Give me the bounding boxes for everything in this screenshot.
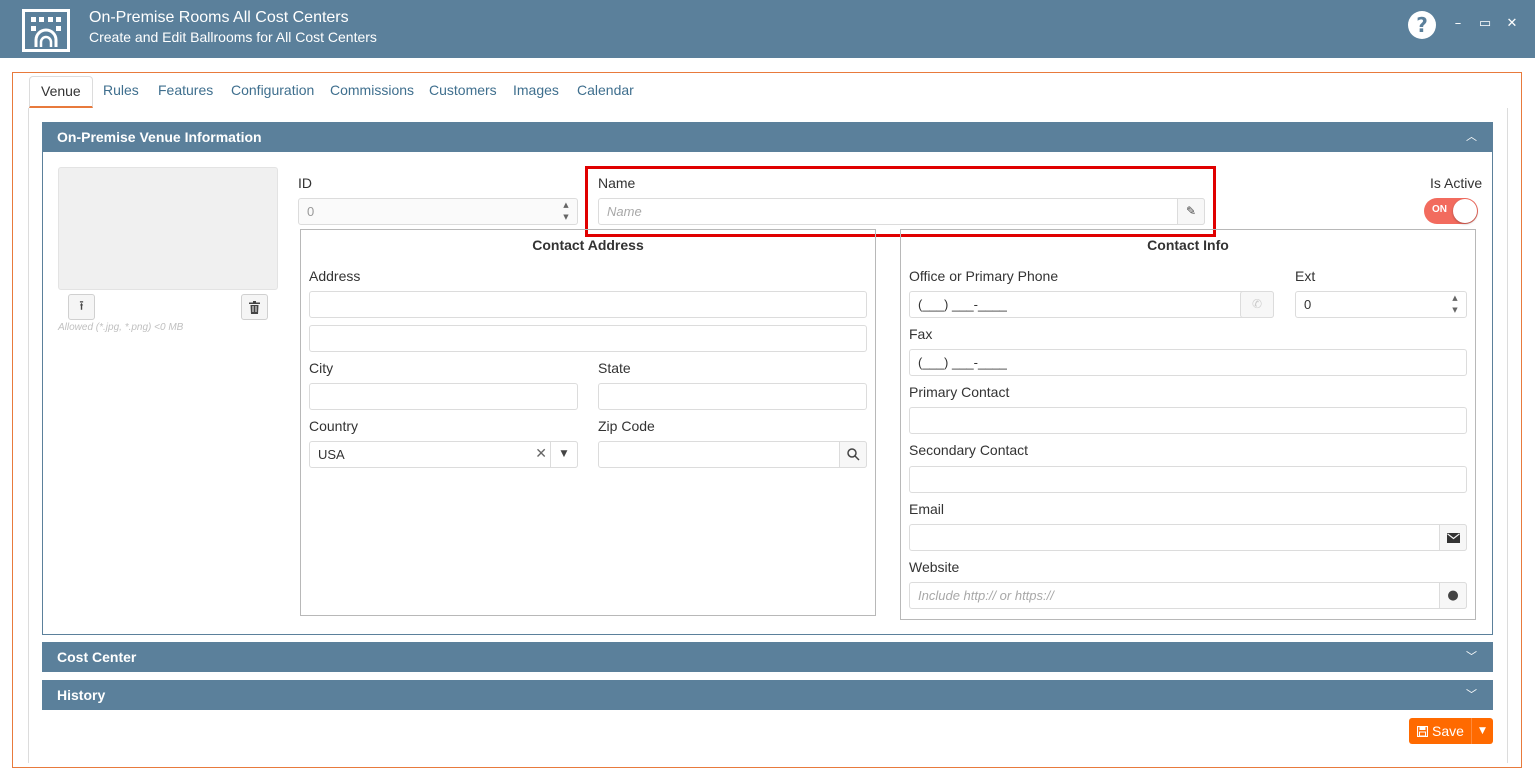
tab-venue[interactable]: Venue — [29, 76, 93, 108]
window-subtitle: Create and Edit Ballrooms for All Cost C… — [89, 29, 377, 45]
delete-image-button[interactable] — [241, 294, 268, 320]
fax-input[interactable]: (___) ___-____ — [909, 349, 1467, 376]
venue-image-preview — [58, 167, 278, 290]
tab-rules[interactable]: Rules — [103, 76, 139, 108]
save-label: Save — [1432, 723, 1464, 739]
email-input[interactable] — [909, 524, 1467, 551]
ext-input[interactable]: 0 ▲ ▼ — [1295, 291, 1467, 318]
primary-contact-input[interactable] — [909, 407, 1467, 434]
is-active-toggle[interactable]: ON — [1424, 198, 1478, 224]
website-placeholder: Include http:// or https:// — [918, 588, 1054, 603]
venue-section-title: On-Premise Venue Information — [57, 129, 262, 145]
name-highlight-box — [585, 166, 1216, 237]
city-input[interactable] — [309, 383, 578, 410]
upload-icon: ⭱ — [79, 299, 84, 314]
id-spinner[interactable]: ▲ ▼ — [559, 199, 573, 224]
website-label: Website — [909, 559, 960, 575]
chevron-down-icon[interactable]: ﹀ — [1466, 642, 1477, 672]
tab-features[interactable]: Features — [158, 76, 213, 108]
fax-mask: (___) ___-____ — [918, 355, 1007, 370]
minimize-icon[interactable]: – — [1451, 17, 1465, 31]
tab-commissions[interactable]: Commissions — [330, 76, 414, 108]
trash-icon — [249, 301, 260, 314]
globe-icon[interactable]: ● — [1439, 582, 1467, 609]
building-icon — [22, 9, 70, 52]
phone-mask: (___) ___-____ — [918, 297, 1007, 312]
primary-contact-label: Primary Contact — [909, 384, 1010, 400]
state-label: State — [598, 360, 631, 376]
toggle-state-text: ON — [1432, 204, 1447, 215]
history-title: History — [57, 687, 106, 703]
phone-label: Office or Primary Phone — [909, 268, 1059, 284]
country-label: Country — [309, 418, 359, 434]
history-section-header[interactable]: History ﹀ — [42, 680, 1493, 710]
is-active-label: Is Active — [1430, 175, 1483, 191]
city-label: City — [309, 360, 334, 376]
tab-images[interactable]: Images — [513, 76, 559, 108]
state-input[interactable] — [598, 383, 867, 410]
country-value: USA — [318, 447, 345, 462]
floppy-icon — [1416, 725, 1429, 738]
contact-address-title: Contact Address — [532, 237, 644, 253]
address-label: Address — [309, 268, 361, 284]
ext-spinner[interactable]: ▲ ▼ — [1448, 292, 1462, 317]
cost-center-title: Cost Center — [57, 649, 137, 665]
chevron-up-icon[interactable]: ︿ — [1466, 122, 1477, 152]
tab-configuration[interactable]: Configuration — [231, 76, 314, 108]
maximize-icon[interactable]: ▭ — [1478, 17, 1492, 31]
id-value: 0 — [307, 204, 315, 219]
window-title: On-Premise Rooms All Cost Centers — [89, 9, 349, 26]
save-dropdown-toggle[interactable]: ▼ — [1471, 718, 1493, 744]
upload-button[interactable]: ⭱ — [68, 294, 95, 320]
phone-input[interactable]: (___) ___-____ ✆ — [909, 291, 1274, 318]
ext-value: 0 — [1304, 297, 1312, 312]
help-icon[interactable]: ? — [1408, 11, 1436, 39]
tab-calendar[interactable]: Calendar — [577, 76, 634, 108]
ext-label: Ext — [1295, 268, 1316, 284]
chevron-down-icon[interactable]: ﹀ — [1466, 680, 1477, 710]
tab-customers[interactable]: Customers — [429, 76, 497, 108]
email-label: Email — [909, 501, 945, 517]
phone-icon[interactable]: ✆ — [1240, 291, 1274, 318]
address-line2-input[interactable] — [309, 325, 867, 352]
save-split-button: Save ▼ — [1409, 718, 1493, 744]
allowed-file-note: Allowed (*.jpg, *.png) <0 MB — [58, 322, 184, 333]
clear-icon[interactable]: ✕ — [535, 442, 547, 467]
fax-label: Fax — [909, 326, 933, 342]
secondary-contact-input[interactable] — [909, 466, 1467, 493]
save-button[interactable]: Save — [1409, 718, 1471, 744]
id-field[interactable]: 0 ▲ ▼ — [298, 198, 578, 225]
search-icon[interactable] — [839, 441, 867, 468]
close-icon[interactable]: ✕ — [1505, 17, 1519, 31]
zip-label: Zip Code — [598, 418, 655, 434]
address-line1-input[interactable] — [309, 291, 867, 318]
website-input[interactable]: Include http:// or https:// ● — [909, 582, 1467, 609]
chevron-down-icon[interactable]: ▼ — [550, 441, 578, 468]
contact-address-group: Contact Address — [300, 229, 876, 616]
secondary-contact-label: Secondary Contact — [909, 442, 1029, 458]
cost-center-section-header[interactable]: Cost Center ﹀ — [42, 642, 1493, 672]
envelope-icon[interactable] — [1439, 524, 1467, 551]
venue-section-header[interactable]: On-Premise Venue Information ︿ — [42, 122, 1493, 152]
toggle-knob — [1453, 199, 1477, 223]
id-label: ID — [298, 175, 312, 191]
contact-info-title: Contact Info — [1147, 237, 1229, 253]
title-bar: On-Premise Rooms All Cost Centers Create… — [0, 0, 1535, 58]
country-select[interactable]: USA ✕ ▼ — [309, 441, 578, 468]
zip-input[interactable] — [598, 441, 867, 468]
